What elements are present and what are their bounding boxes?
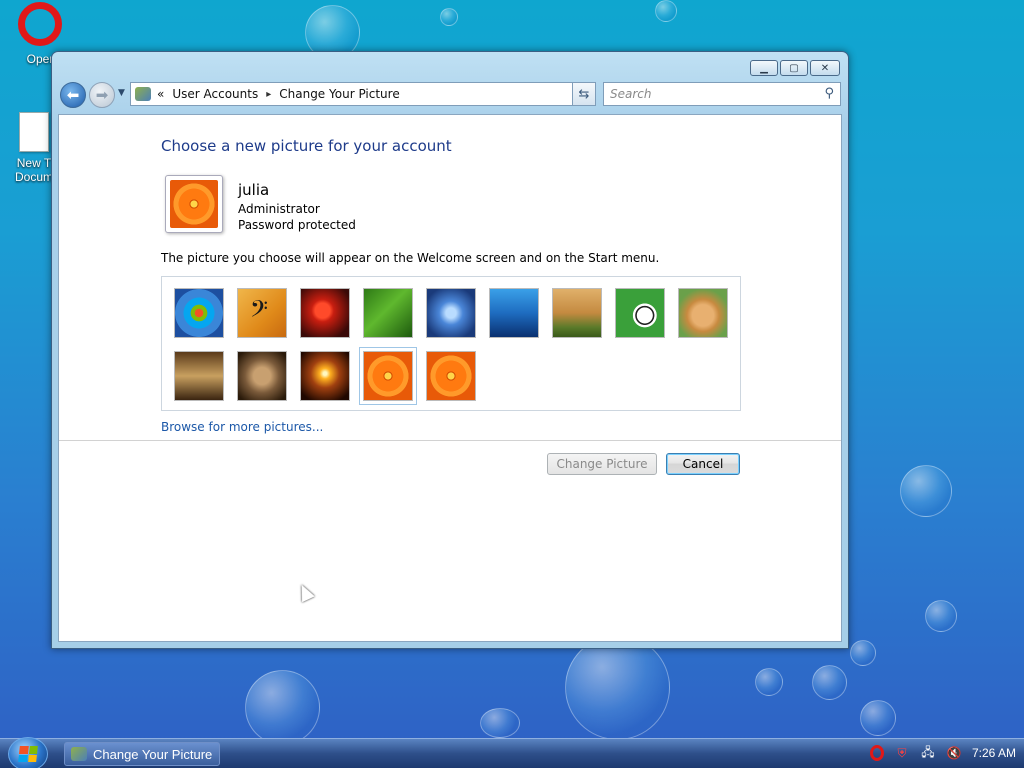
picture-windows-logo[interactable] xyxy=(174,288,224,338)
user-role: Administrator xyxy=(238,202,320,216)
picture-sparkles[interactable] xyxy=(300,351,350,401)
text-document-icon xyxy=(19,112,49,152)
picture-kitten[interactable] xyxy=(237,351,287,401)
minimize-icon: ▁ xyxy=(760,62,768,74)
close-button[interactable]: ✕ xyxy=(810,60,840,76)
windows-flag-icon xyxy=(18,746,38,762)
picture-bonsai[interactable] xyxy=(552,288,602,338)
opera-tray-icon[interactable] xyxy=(869,745,884,761)
search-placeholder: Search xyxy=(610,87,652,101)
volume-muted-icon[interactable]: 🔇 xyxy=(946,745,962,761)
picture-soccer-ball[interactable] xyxy=(615,288,665,338)
picture-music-clef[interactable]: 𝄢 xyxy=(237,288,287,338)
orange-daisy-image xyxy=(170,180,218,228)
content-area: Choose a new picture for your account ju… xyxy=(58,114,842,642)
bass-clef-icon: 𝄢 xyxy=(250,295,269,328)
opera-icon xyxy=(18,2,62,46)
breadcrumb-change-your-picture[interactable]: Change Your Picture xyxy=(279,87,399,101)
refresh-icon: ⇆ xyxy=(578,86,590,102)
forward-button[interactable]: ➡ xyxy=(89,82,115,108)
user-password-status: Password protected xyxy=(238,218,356,232)
page-title: Choose a new picture for your account xyxy=(161,137,452,155)
change-picture-window: ▁ ▢ ✕ ⬅ ➡ ▼ « User Accounts ▸ Change You… xyxy=(51,51,849,649)
taskbar: Change Your Picture ⛨ 🖧 🔇 7:26 AM xyxy=(0,737,1024,768)
system-tray: ⛨ 🖧 🔇 7:26 AM xyxy=(869,745,1016,761)
maximize-icon: ▢ xyxy=(789,62,799,74)
cancel-button[interactable]: Cancel xyxy=(666,453,740,475)
back-button[interactable]: ⬅ xyxy=(60,82,86,108)
background-bubble xyxy=(812,665,847,700)
network-icon[interactable]: 🖧 xyxy=(920,745,936,761)
minimize-button[interactable]: ▁ xyxy=(750,60,778,76)
clock[interactable]: 7:26 AM xyxy=(972,746,1016,760)
security-shield-icon[interactable]: ⛨ xyxy=(894,745,910,761)
search-input[interactable]: Search ⚲ xyxy=(603,82,841,106)
search-icon[interactable]: ⚲ xyxy=(824,86,834,101)
background-bubble xyxy=(860,700,896,736)
user-accounts-icon xyxy=(71,747,87,761)
address-overflow-chevron[interactable]: « xyxy=(157,87,164,101)
picture-starfish[interactable] xyxy=(300,288,350,338)
browse-more-pictures-link[interactable]: Browse for more pictures... xyxy=(161,420,323,434)
background-bubble xyxy=(565,635,670,740)
navigation-bar: ⬅ ➡ ▼ « User Accounts ▸ Change Your Pict… xyxy=(58,80,842,110)
taskbar-item-label: Change Your Picture xyxy=(93,746,213,762)
back-arrow-icon: ⬅ xyxy=(66,86,80,104)
picture-leaf[interactable] xyxy=(363,288,413,338)
background-bubble xyxy=(480,708,520,738)
window-controls: ▁ ▢ ✕ xyxy=(750,60,840,76)
picture-grid: 𝄢 xyxy=(161,276,741,411)
start-button[interactable] xyxy=(8,737,48,768)
address-bar[interactable]: « User Accounts ▸ Change Your Picture ▼ xyxy=(130,82,596,106)
picture-chess[interactable] xyxy=(174,351,224,401)
picture-flower-blue[interactable] xyxy=(426,288,476,338)
maximize-button[interactable]: ▢ xyxy=(780,60,808,76)
user-accounts-icon xyxy=(135,87,151,101)
background-bubble xyxy=(900,465,952,517)
user-name: julia xyxy=(238,181,270,199)
refresh-button[interactable]: ⇆ xyxy=(572,82,596,106)
taskbar-item-change-your-picture[interactable]: Change Your Picture xyxy=(64,742,220,766)
current-user-picture xyxy=(165,175,223,233)
recent-pages-dropdown[interactable]: ▼ xyxy=(118,88,125,98)
close-icon: ✕ xyxy=(820,62,830,74)
background-bubble xyxy=(245,670,320,745)
picture-dog[interactable] xyxy=(678,288,728,338)
picture-orange-daisy-2[interactable] xyxy=(426,351,476,401)
background-bubble xyxy=(440,8,458,26)
divider xyxy=(59,440,841,441)
forward-arrow-icon: ➡ xyxy=(95,86,109,104)
breadcrumb-user-accounts[interactable]: User Accounts xyxy=(172,87,258,101)
picture-underwater[interactable] xyxy=(489,288,539,338)
picture-orange-daisy[interactable] xyxy=(363,351,413,401)
background-bubble xyxy=(925,600,957,632)
background-bubble xyxy=(755,668,783,696)
change-picture-button[interactable]: Change Picture xyxy=(547,453,657,475)
background-bubble xyxy=(850,640,876,666)
background-bubble xyxy=(655,0,677,22)
breadcrumb-separator-icon[interactable]: ▸ xyxy=(266,89,271,100)
picture-description: The picture you choose will appear on th… xyxy=(161,251,660,265)
